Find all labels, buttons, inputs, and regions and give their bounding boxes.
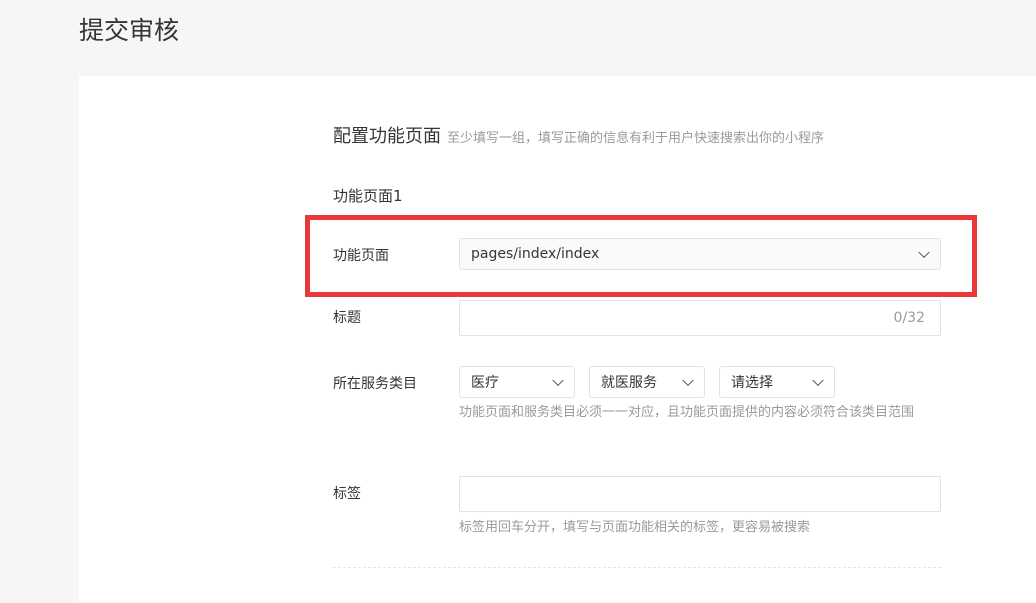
chevron-down-icon (682, 374, 694, 387)
highlight-annotation-box (305, 215, 977, 297)
category-level2-value: 就医服务 (601, 375, 657, 391)
form-card: 配置功能页面 至少填写一组，填写正确的信息有利于用户快速搜索出你的小程序 功能页面… (79, 76, 1036, 603)
tags-hint: 标签用回车分开，填写与页面功能相关的标签，更容易被搜索 (459, 520, 811, 535)
chevron-down-icon (812, 374, 824, 387)
category-level2-select[interactable]: 就医服务 (589, 366, 705, 398)
chevron-down-icon (552, 374, 564, 387)
category-level3-select[interactable]: 请选择 (719, 366, 835, 398)
section-hint: 至少填写一组，填写正确的信息有利于用户快速搜索出你的小程序 (447, 131, 825, 146)
title-field-label: 标题 (333, 310, 361, 326)
section-title-text: 配置功能页面 (333, 126, 441, 147)
divider (333, 567, 941, 568)
section-title: 配置功能页面 至少填写一组，填写正确的信息有利于用户快速搜索出你的小程序 (333, 125, 824, 151)
group-title: 功能页面1 (333, 187, 403, 205)
category-field-label: 所在服务类目 (333, 376, 417, 392)
category-level3-value: 请选择 (731, 375, 773, 391)
tags-input[interactable] (459, 476, 941, 512)
category-level1-select[interactable]: 医疗 (459, 366, 575, 398)
page-title: 提交审核 (79, 16, 180, 45)
title-char-counter: 0/32 (893, 310, 925, 326)
tags-field-label: 标签 (333, 486, 361, 502)
title-input[interactable]: 0/32 (459, 300, 941, 336)
category-hint: 功能页面和服务类目必须一一对应，且功能页面提供的内容必须符合该类目范围 (459, 405, 915, 420)
category-level1-value: 医疗 (471, 375, 499, 391)
